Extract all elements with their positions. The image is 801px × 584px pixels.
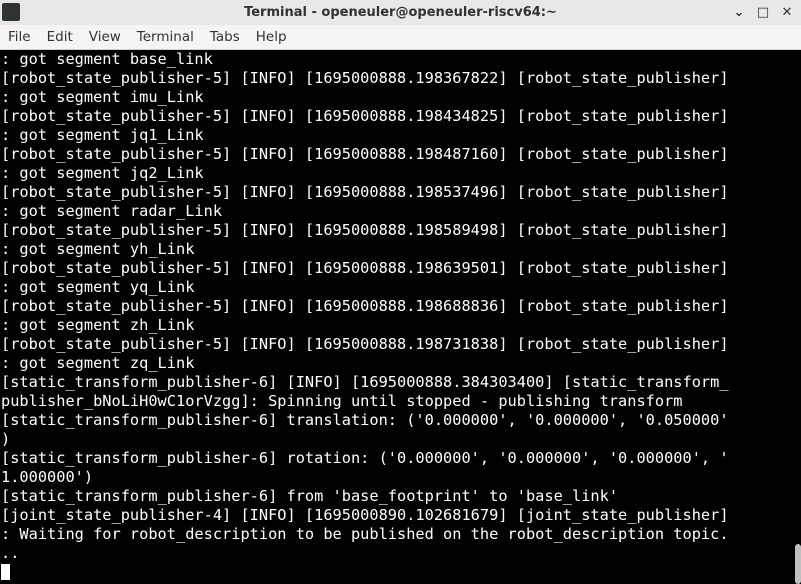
- terminal-line: : got segment zq_Link: [1, 354, 195, 372]
- menu-view[interactable]: View: [81, 25, 129, 49]
- terminal-line: ): [1, 430, 11, 448]
- menu-tabs[interactable]: Tabs: [202, 25, 248, 49]
- close-icon[interactable]: ✕: [779, 2, 795, 22]
- terminal-line: : Waiting for robot_description to be pu…: [1, 525, 729, 543]
- minimize-icon[interactable]: ⌄: [731, 2, 747, 22]
- menu-help[interactable]: Help: [248, 25, 295, 49]
- menu-bar: File Edit View Terminal Tabs Help: [0, 25, 801, 50]
- terminal-output[interactable]: : got segment base_link [robot_state_pub…: [0, 50, 801, 584]
- window-title: Terminal - openeuler@openeuler-riscv64:~: [244, 5, 557, 20]
- terminal-line: : got segment jq2_Link: [1, 164, 204, 182]
- terminal-line: 1.000000'): [1, 468, 94, 486]
- terminal-line: [robot_state_publisher-5] [INFO] [169500…: [1, 183, 729, 201]
- title-bar[interactable]: Terminal - openeuler@openeuler-riscv64:~…: [0, 0, 801, 25]
- terminal-line: [robot_state_publisher-5] [INFO] [169500…: [1, 259, 729, 277]
- terminal-line: : got segment zh_Link: [1, 316, 195, 334]
- terminal-scrollbar[interactable]: [795, 50, 801, 584]
- scrollbar-thumb[interactable]: [795, 544, 801, 584]
- terminal-line: [robot_state_publisher-5] [INFO] [169500…: [1, 69, 729, 87]
- terminal-line: : got segment base_link: [1, 50, 213, 68]
- terminal-line: [joint_state_publisher-4] [INFO] [169500…: [1, 506, 729, 524]
- window-controls: ⌄ □ ✕: [731, 2, 795, 22]
- terminal-window: Terminal - openeuler@openeuler-riscv64:~…: [0, 0, 801, 584]
- terminal-line: : got segment imu_Link: [1, 88, 204, 106]
- terminal-line: [robot_state_publisher-5] [INFO] [169500…: [1, 297, 729, 315]
- terminal-line: [robot_state_publisher-5] [INFO] [169500…: [1, 145, 729, 163]
- maximize-icon[interactable]: □: [755, 2, 771, 22]
- text-cursor: [1, 564, 10, 580]
- terminal-line: [static_transform_publisher-6] translati…: [1, 411, 729, 429]
- terminal-line: [robot_state_publisher-5] [INFO] [169500…: [1, 107, 729, 125]
- menu-file[interactable]: File: [0, 25, 39, 49]
- terminal-line: : got segment radar_Link: [1, 202, 223, 220]
- terminal-line: : got segment yq_Link: [1, 278, 195, 296]
- terminal-line: ..: [1, 544, 20, 562]
- terminal-line: : got segment yh_Link: [1, 240, 195, 258]
- terminal-line: [robot_state_publisher-5] [INFO] [169500…: [1, 335, 729, 353]
- terminal-line: publisher_bNoLiH0wC1orVzgg]: Spinning un…: [1, 392, 683, 410]
- terminal-line: [static_transform_publisher-6] [INFO] [1…: [1, 373, 729, 391]
- terminal-app-icon[interactable]: [2, 3, 20, 21]
- terminal-line: [static_transform_publisher-6] from 'bas…: [1, 487, 619, 505]
- terminal-line: : got segment jq1_Link: [1, 126, 204, 144]
- menu-edit[interactable]: Edit: [39, 25, 81, 49]
- terminal-line: [robot_state_publisher-5] [INFO] [169500…: [1, 221, 729, 239]
- terminal-line: [static_transform_publisher-6] rotation:…: [1, 449, 729, 467]
- terminal-lines: : got segment base_link [robot_state_pub…: [1, 50, 729, 563]
- menu-terminal[interactable]: Terminal: [129, 25, 202, 49]
